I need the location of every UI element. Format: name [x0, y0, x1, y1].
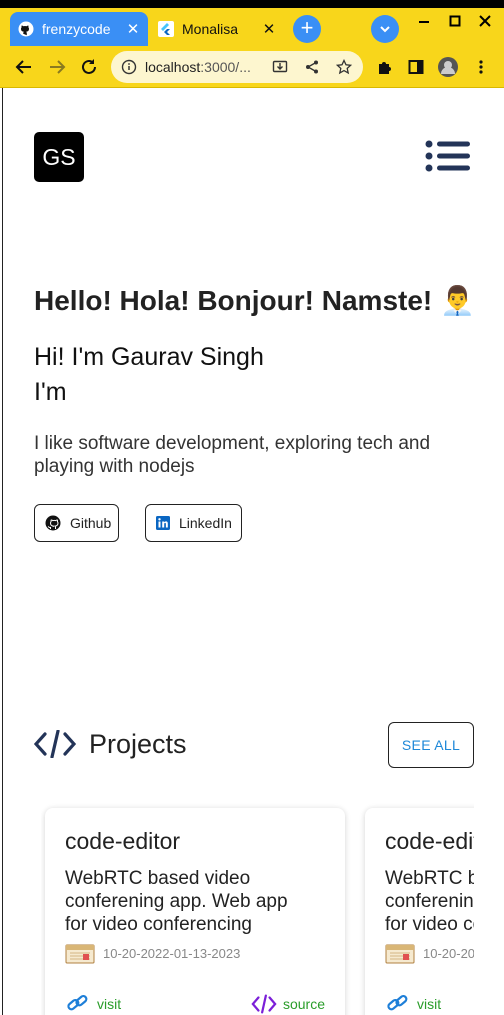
source-label: source: [282, 996, 325, 1012]
back-button[interactable]: [14, 57, 34, 77]
side-panel-button[interactable]: [406, 57, 426, 77]
minimize-icon: [419, 21, 429, 23]
profile-avatar[interactable]: [438, 57, 458, 77]
github-icon: [18, 21, 34, 37]
linkedin-label: LinkedIn: [179, 515, 232, 531]
tab-search-button[interactable]: [371, 15, 399, 43]
more-vertical-icon: [479, 60, 483, 74]
chevron-down-icon: [380, 26, 390, 33]
source-link[interactable]: source: [251, 993, 325, 1015]
tab-label: Monalisa: [182, 21, 239, 37]
site-logo[interactable]: GS: [34, 132, 84, 182]
link-icon: [65, 993, 91, 1015]
github-button[interactable]: Github: [34, 504, 119, 542]
code-icon: [34, 730, 76, 758]
projects-carousel[interactable]: code-editor WebRTC based video confereni…: [41, 800, 474, 1015]
github-label: Github: [70, 515, 112, 531]
greeting-heading: Hello! Hola! Bonjour! Namste! 👨‍💼: [34, 285, 475, 316]
project-date: 10-20-2022-01-13-2023: [385, 942, 474, 964]
web-page: GS Hello! Hola! Bonjour! Namste! 👨‍💼 Hi!…: [2, 88, 504, 1015]
projects-heading: Projects: [89, 729, 187, 759]
tab-label: frenzycode: [42, 21, 111, 37]
url-host: localhost: [145, 59, 201, 75]
project-title: code-editor: [385, 828, 474, 854]
project-card[interactable]: code-editor WebRTC based video confereni…: [45, 808, 345, 1015]
close-window-button[interactable]: [476, 12, 494, 30]
close-tab-icon[interactable]: ✕: [262, 20, 276, 38]
intro-typing-text: I'm: [34, 378, 67, 406]
code-icon: [251, 993, 277, 1015]
close-tab-icon[interactable]: ✕: [126, 20, 140, 38]
arrow-left-icon: [15, 60, 31, 74]
calendar-icon: [385, 944, 415, 964]
calendar-icon: [65, 944, 95, 964]
bio-text: I like software development, exploring t…: [34, 433, 431, 477]
maximize-button[interactable]: [446, 12, 464, 30]
minimize-button[interactable]: [415, 12, 433, 30]
intro-name: Hi! I'm Gaurav Singh: [34, 343, 264, 371]
project-card[interactable]: code-editor WebRTC based video confereni…: [365, 808, 474, 1015]
url-text: localhost:3000/...: [145, 59, 265, 75]
reload-icon: [82, 59, 96, 74]
url-path: :3000/...: [200, 59, 251, 75]
new-tab-button[interactable]: +: [293, 15, 321, 43]
visit-link[interactable]: visit: [65, 993, 121, 1015]
project-description: WebRTC based video conferening app. Web …: [65, 868, 288, 935]
arrow-right-icon: [50, 60, 66, 74]
github-icon: [45, 515, 61, 531]
share-icon[interactable]: [303, 58, 321, 76]
list-menu-icon[interactable]: [424, 140, 472, 172]
project-title: code-editor: [65, 828, 181, 854]
reload-button[interactable]: [79, 57, 99, 77]
link-icon: [385, 993, 411, 1015]
maximize-icon: [449, 15, 461, 27]
linkedin-icon: [156, 515, 170, 531]
flutter-icon: [158, 21, 174, 37]
close-icon: [479, 15, 491, 27]
project-date-text: 10-20-2022-01-13-2023: [103, 945, 241, 961]
project-date-text: 10-20-2022-01-13-2023: [423, 945, 474, 961]
extensions-button[interactable]: [375, 57, 395, 77]
titlebar-edge: [0, 0, 504, 8]
see-all-button[interactable]: SEE ALL: [388, 722, 474, 768]
avatar-icon: [438, 57, 458, 77]
browser-menu-button[interactable]: [471, 57, 491, 77]
info-icon: [121, 59, 137, 75]
forward-button[interactable]: [47, 57, 67, 77]
side-panel-icon: [408, 60, 424, 74]
project-date: 10-20-2022-01-13-2023: [65, 942, 325, 964]
address-bar[interactable]: localhost:3000/...: [111, 51, 363, 83]
visit-label: visit: [97, 996, 122, 1012]
puzzle-icon: [379, 62, 391, 74]
tab-monalisa[interactable]: Monalisa ✕: [150, 12, 284, 46]
bookmark-star-icon[interactable]: [335, 58, 353, 76]
visit-label: visit: [417, 996, 442, 1012]
linkedin-button[interactable]: LinkedIn: [145, 504, 242, 542]
tab-frenzycode[interactable]: frenzycode ✕: [10, 12, 148, 46]
install-app-icon[interactable]: [271, 58, 289, 76]
browser-toolbar: localhost:3000/...: [0, 46, 504, 88]
visit-link[interactable]: visit: [385, 993, 441, 1015]
project-description: WebRTC based video conferening app. Web …: [385, 868, 474, 935]
